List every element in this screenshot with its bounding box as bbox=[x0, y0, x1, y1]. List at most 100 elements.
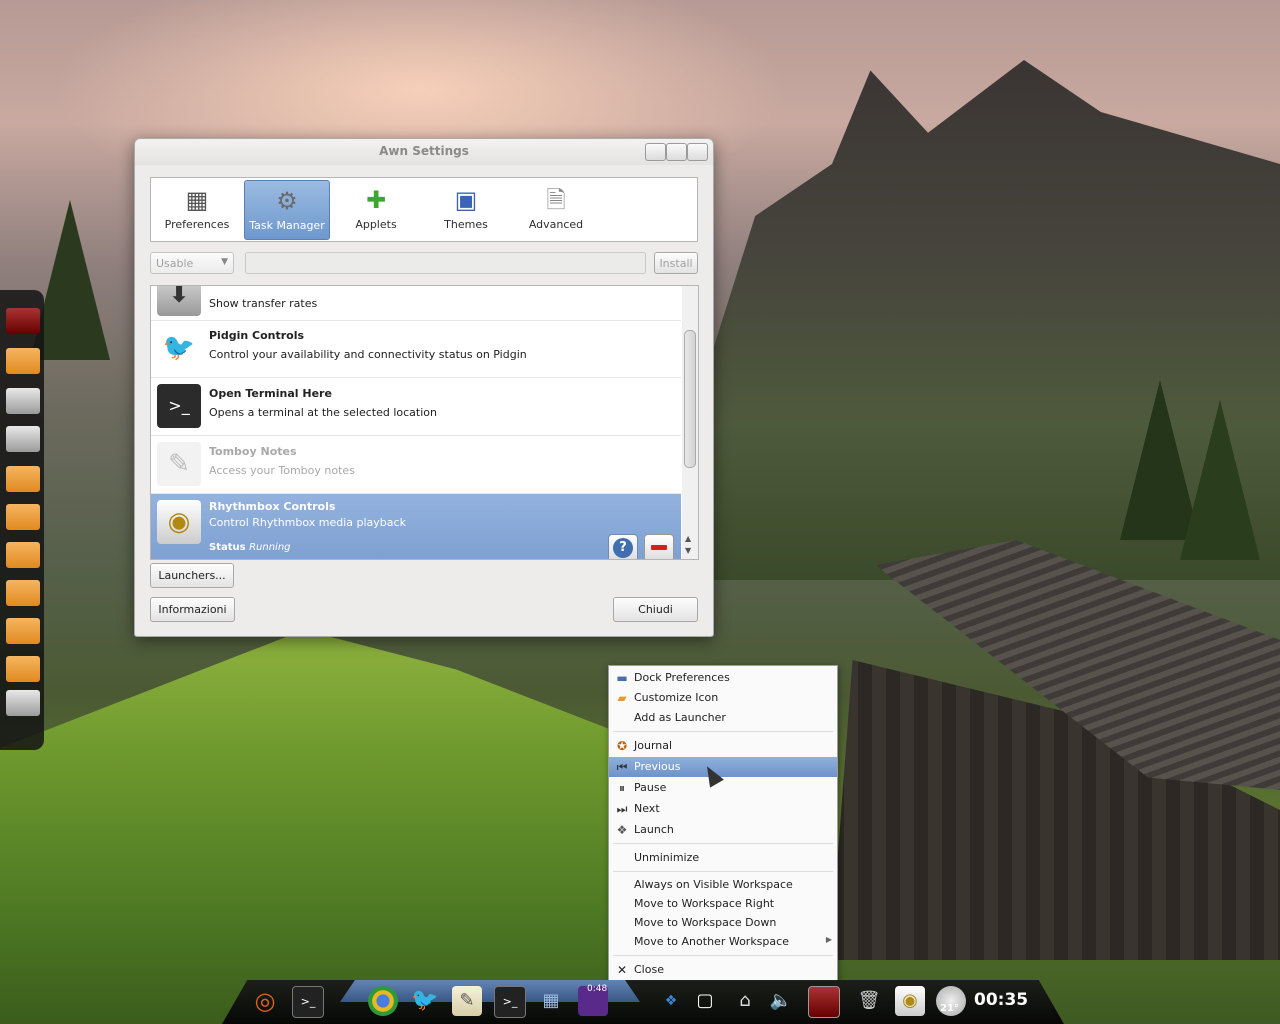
menu-item-move-right[interactable]: Move to Workspace Right bbox=[609, 894, 837, 914]
list-item[interactable]: >_ Open Terminal Here Opens a terminal a… bbox=[151, 378, 681, 436]
menu-item-dock-preferences[interactable]: ▬ Dock Preferences bbox=[609, 668, 837, 688]
downloads-folder-icon[interactable] bbox=[6, 618, 40, 644]
applets-puzzle-icon: ✚ bbox=[365, 186, 387, 214]
list-item-desc: Opens a terminal at the selected locatio… bbox=[209, 406, 437, 419]
chat-icon[interactable]: ▢ bbox=[690, 986, 720, 1016]
close-window-button[interactable] bbox=[687, 143, 708, 161]
chrome-icon[interactable] bbox=[368, 986, 398, 1016]
folder-icon[interactable] bbox=[6, 656, 40, 682]
text-editor-icon[interactable]: ✎ bbox=[452, 986, 482, 1016]
menu-item-next[interactable]: ⏭ Next bbox=[609, 799, 837, 819]
menu-item-label: Launch bbox=[634, 823, 674, 836]
trash-icon[interactable]: 🗑 bbox=[854, 986, 884, 1016]
remove-button[interactable] bbox=[644, 534, 674, 559]
menu-item-move-another[interactable]: Move to Another Workspace ▶ bbox=[609, 932, 837, 952]
tab-preferences[interactable]: ▦ Preferences bbox=[155, 180, 239, 238]
filter-toolbar: Usable ▼ Install bbox=[150, 252, 698, 274]
menu-item-label: Move to Workspace Right bbox=[634, 897, 775, 910]
drive-icon[interactable] bbox=[6, 388, 40, 414]
tab-themes[interactable]: ▣ Themes bbox=[424, 180, 508, 238]
volume-icon[interactable]: 🔈 bbox=[766, 986, 796, 1016]
dropbox-icon[interactable]: ❖ bbox=[656, 986, 686, 1016]
tab-task-manager[interactable]: ⚙ Task Manager bbox=[244, 180, 330, 240]
info-button[interactable]: Informazioni bbox=[150, 597, 235, 622]
drive-icon[interactable] bbox=[6, 426, 40, 452]
maximize-button[interactable] bbox=[666, 143, 687, 161]
close-button[interactable]: Chiudi bbox=[613, 597, 698, 622]
list-item-desc: Show transfer rates bbox=[209, 297, 318, 310]
menu-item-always-visible[interactable]: Always on Visible Workspace bbox=[609, 875, 837, 895]
help-icon: ? bbox=[613, 538, 633, 558]
tab-advanced[interactable]: 🗎 Advanced bbox=[514, 180, 598, 238]
home-folder-icon[interactable] bbox=[6, 348, 40, 374]
display-icon[interactable] bbox=[6, 308, 40, 334]
tab-label: Advanced bbox=[528, 218, 584, 231]
rhythmbox-icon[interactable]: ◉ bbox=[895, 986, 925, 1016]
background-tree bbox=[1180, 400, 1260, 560]
applet-list: ⬇ Show transfer rates 🐦 Pidgin Controls … bbox=[150, 285, 699, 560]
scroll-down-icon[interactable]: ▼ bbox=[685, 546, 691, 555]
trash-icon[interactable] bbox=[6, 690, 40, 716]
help-button[interactable]: ? bbox=[608, 534, 638, 559]
dock-context-menu: ▬ Dock Preferences ▰ Customize Icon Add … bbox=[608, 665, 838, 981]
status-label: Status bbox=[209, 542, 246, 553]
list-item-name: Pidgin Controls bbox=[209, 329, 305, 342]
music-folder-icon[interactable] bbox=[6, 504, 40, 530]
menu-item-unminimize[interactable]: Unminimize bbox=[609, 848, 837, 868]
journal-icon: ✪ bbox=[616, 739, 628, 753]
videos-folder-icon[interactable] bbox=[6, 580, 40, 606]
menu-item-pause[interactable]: ⏸ Pause bbox=[609, 778, 837, 798]
menu-item-previous[interactable]: ⏮ Previous bbox=[609, 757, 837, 777]
list-item[interactable]: ⬇ Show transfer rates bbox=[151, 286, 681, 321]
menu-item-close[interactable]: ✕ Close bbox=[609, 960, 837, 980]
list-item-name: Rhythmbox Controls bbox=[209, 500, 336, 513]
scrollbar-thumb[interactable] bbox=[684, 330, 696, 468]
menu-item-label: Journal bbox=[634, 739, 673, 752]
menu-item-journal[interactable]: ✪ Journal bbox=[609, 736, 837, 756]
clock[interactable]: 00:35 bbox=[974, 990, 1028, 1010]
workspace-icon[interactable]: ⌂ bbox=[730, 986, 760, 1016]
menu-item-label: Next bbox=[634, 802, 660, 815]
list-item-name: Tomboy Notes bbox=[209, 445, 297, 458]
list-item[interactable]: 🐦 Pidgin Controls Control your availabil… bbox=[151, 320, 681, 378]
ubuntu-icon[interactable]: ◎ bbox=[250, 986, 280, 1016]
list-item-selected[interactable]: ◉ Rhythmbox Controls Control Rhythmbox m… bbox=[151, 494, 681, 559]
launchers-button[interactable]: Launchers... bbox=[150, 563, 234, 588]
list-scrollbar[interactable]: ▲ ▼ bbox=[682, 286, 698, 559]
menu-item-label: Move to Another Workspace bbox=[634, 935, 789, 948]
list-item-desc: Access your Tomboy notes bbox=[209, 464, 355, 477]
search-input[interactable] bbox=[245, 252, 646, 274]
menu-item-customize-icon[interactable]: ▰ Customize Icon bbox=[609, 688, 837, 708]
menu-separator bbox=[613, 955, 833, 956]
titlebar[interactable]: Awn Settings bbox=[135, 139, 713, 165]
documents-folder-icon[interactable] bbox=[6, 466, 40, 492]
minimize-button[interactable] bbox=[645, 143, 666, 161]
pidgin-icon[interactable]: 🐦 bbox=[410, 986, 440, 1016]
menu-item-label: Unminimize bbox=[634, 851, 700, 864]
dock-preferences-icon: ▬ bbox=[616, 671, 628, 685]
desktop-folder-icon[interactable] bbox=[6, 542, 40, 568]
tab-applets[interactable]: ✚ Applets bbox=[334, 180, 418, 238]
tomboy-icon: ✎ bbox=[157, 442, 201, 486]
menu-item-label: Add as Launcher bbox=[634, 711, 726, 724]
remove-icon bbox=[651, 545, 667, 550]
terminal-icon[interactable]: >_ bbox=[292, 986, 324, 1018]
launch-icon: ❖ bbox=[616, 823, 628, 837]
list-item-name: Open Terminal Here bbox=[209, 387, 332, 400]
list-item[interactable]: ✎ Tomboy Notes Access your Tomboy notes bbox=[151, 436, 681, 494]
menu-item-move-down[interactable]: Move to Workspace Down bbox=[609, 913, 837, 933]
network-icon[interactable]: ▦ bbox=[536, 986, 566, 1016]
scroll-up-icon[interactable]: ▲ bbox=[685, 534, 691, 543]
menu-item-add-as-launcher[interactable]: Add as Launcher bbox=[609, 708, 837, 728]
install-button[interactable]: Install bbox=[654, 252, 698, 274]
menu-item-launch[interactable]: ❖ Launch bbox=[609, 820, 837, 840]
display-icon[interactable] bbox=[808, 986, 840, 1018]
filter-combo-value: Usable bbox=[156, 257, 194, 270]
terminal-icon[interactable]: >_ bbox=[494, 986, 526, 1018]
tab-label: Preferences bbox=[164, 218, 230, 231]
menu-separator bbox=[613, 871, 833, 872]
menu-item-label: Move to Workspace Down bbox=[634, 916, 777, 929]
filter-combo[interactable]: Usable ▼ bbox=[150, 252, 234, 274]
status-text: Status Running bbox=[209, 542, 291, 553]
status-value: Running bbox=[249, 542, 291, 553]
